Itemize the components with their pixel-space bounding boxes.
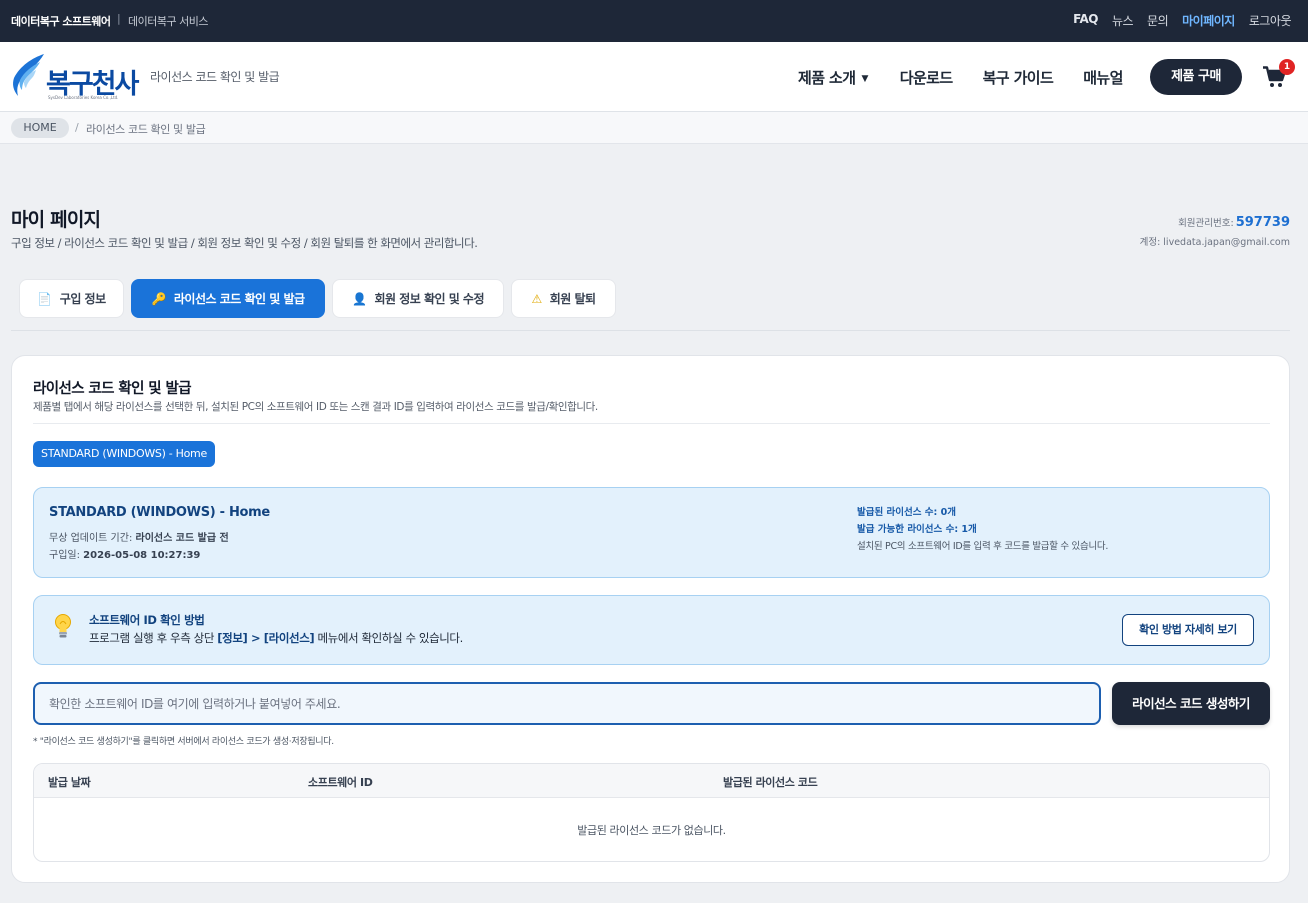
help-title: 소프트웨어 ID 확인 방법 <box>89 613 205 627</box>
mypage-tabs: 📄 구입 정보 🔑 라이선스 코드 확인 및 발급 👤 회원 정보 확인 및 수… <box>19 279 616 318</box>
update-period-label: 무상 업데이트 기간: <box>49 533 133 544</box>
help-text: 프로그램 실행 후 우측 상단 [정보] > [라이선스] 메뉴에서 확인하실 … <box>89 630 463 646</box>
tab-label: 회원 정보 확인 및 수정 <box>374 292 485 306</box>
section-divider <box>33 423 1270 424</box>
lightbulb-icon <box>55 614 71 638</box>
purchase-date: 구입일: 2026-05-08 10:27:39 <box>49 546 200 561</box>
issued-license-count: 발급된 라이선스 수: 0개 <box>857 507 956 518</box>
user-icon: 👤 <box>351 291 367 306</box>
caret-down-icon: ▼ <box>861 74 868 84</box>
software-id-help-box: 소프트웨어 ID 확인 방법 프로그램 실행 후 우측 상단 [정보] > [라… <box>33 595 1270 665</box>
site-logo[interactable]: 복구천사 SysDev Laboratories Korea Co.,Ltd. <box>10 52 139 104</box>
help-text-menu-path: [정보] > [라이선스] <box>217 631 315 645</box>
update-period: 무상 업데이트 기간: 라이선스 코드 발급 전 <box>49 529 229 544</box>
license-section-title: 라이선스 코드 확인 및 발급 <box>33 381 192 397</box>
license-info-box: STANDARD (WINDOWS) - Home 무상 업데이트 기간: 라이… <box>33 487 1270 578</box>
top-link-mypage[interactable]: 마이페이지 <box>1182 12 1235 29</box>
license-product-name: STANDARD (WINDOWS) - Home <box>49 505 270 520</box>
help-text-suffix: 메뉴에서 확인하실 수 있습니다. <box>317 631 464 645</box>
available-license-count: 발급 가능한 라이선스 수: 1개 <box>857 524 977 535</box>
generate-note: * "라이선스 코드 생성하기"를 클릭하면 서버에서 라이선스 코드가 생성·… <box>33 737 334 747</box>
column-header-license-code: 발급된 라이선스 코드 <box>723 776 818 789</box>
top-link-contact[interactable]: 문의 <box>1147 12 1169 29</box>
wing-logo-icon <box>13 54 44 96</box>
column-header-software-id: 소프트웨어 ID <box>308 776 373 789</box>
tab-withdraw[interactable]: ⚠ 회원 탈퇴 <box>511 279 616 318</box>
top-link-faq[interactable]: FAQ <box>1073 12 1098 29</box>
license-history-table: 발급 날짜 소프트웨어 ID 발급된 라이선스 코드 발급된 라이선스 코드가 … <box>33 763 1270 862</box>
purchase-date-value: 2026-05-08 10:27:39 <box>83 550 201 561</box>
member-number-value: 597739 <box>1235 215 1290 230</box>
main-nav: 제품 소개 ▼ 다운로드 복구 가이드 매뉴얼 <box>798 67 1123 88</box>
header-page-label: 라이선스 코드 확인 및 발급 <box>150 70 280 84</box>
breadcrumb-home[interactable]: HOME <box>11 118 69 138</box>
key-icon: 🔑 <box>151 291 166 306</box>
top-link-news[interactable]: 뉴스 <box>1112 12 1134 29</box>
document-icon: 📄 <box>37 291 52 306</box>
tab-member-info[interactable]: 👤 회원 정보 확인 및 수정 <box>332 279 504 318</box>
tab-label: 회원 탈퇴 <box>549 292 596 306</box>
member-number-label: 회원관리번호: <box>1178 218 1234 229</box>
nav-products-label: 제품 소개 <box>798 69 856 87</box>
help-text-prefix: 프로그램 실행 후 우측 상단 <box>89 631 215 645</box>
breadcrumb-current: 라이선스 코드 확인 및 발급 <box>86 123 206 136</box>
member-number: 회원관리번호: 597739 <box>1178 215 1290 230</box>
top-brand-link[interactable]: 데이터복구 소프트웨어 <box>11 13 111 29</box>
tab-license-code[interactable]: 🔑 라이선스 코드 확인 및 발급 <box>131 279 325 318</box>
breadcrumb-separator: / <box>75 121 79 134</box>
view-help-details-button[interactable]: 확인 방법 자세히 보기 <box>1122 614 1254 646</box>
product-tab-standard-windows-home[interactable]: STANDARD (WINDOWS) - Home <box>33 441 215 467</box>
table-header: 발급 날짜 소프트웨어 ID 발급된 라이선스 코드 <box>34 764 1269 798</box>
top-utility-bar: 데이터복구 소프트웨어 | 데이터복구 서비스 FAQ 뉴스 문의 마이페이지 … <box>0 0 1308 42</box>
table-empty-message: 발급된 라이선스 코드가 없습니다. <box>577 824 726 837</box>
top-service-link[interactable]: 데이터복구 서비스 <box>128 13 208 29</box>
license-info-note: 설치된 PC의 소프트웨어 ID를 입력 후 코드를 발급할 수 있습니다. <box>857 541 1109 552</box>
column-header-issue-date: 발급 날짜 <box>48 776 91 789</box>
license-card: 라이선스 코드 확인 및 발급 제품별 탭에서 해당 라이선스를 선택한 뒤, … <box>11 355 1290 883</box>
buy-product-button[interactable]: 제품 구매 <box>1150 59 1242 95</box>
tab-label: 구입 정보 <box>59 292 106 306</box>
software-id-input[interactable] <box>33 682 1101 725</box>
nav-download[interactable]: 다운로드 <box>900 67 953 88</box>
logo-subtitle: SysDev Laboratories Korea Co.,Ltd. <box>48 95 119 100</box>
top-divider: | <box>117 12 121 25</box>
nav-guide[interactable]: 복구 가이드 <box>983 67 1054 88</box>
account-email: 계정: livedata.japan@gmail.com <box>1139 237 1290 248</box>
tabs-divider <box>11 330 1290 331</box>
update-period-value: 라이선스 코드 발급 전 <box>135 533 229 544</box>
warning-icon: ⚠ <box>531 291 542 306</box>
tab-label: 라이선스 코드 확인 및 발급 <box>173 292 305 306</box>
nav-products[interactable]: 제품 소개 ▼ <box>798 67 868 88</box>
purchase-date-label: 구입일: <box>49 550 80 561</box>
page-description: 구입 정보 / 라이선스 코드 확인 및 발급 / 회원 정보 확인 및 수정 … <box>11 236 478 250</box>
breadcrumb: HOME / 라이선스 코드 확인 및 발급 <box>0 112 1308 144</box>
page-title: 마이 페이지 <box>11 209 101 231</box>
cart-count-badge: 1 <box>1279 59 1295 75</box>
top-link-logout[interactable]: 로그아웃 <box>1249 12 1292 29</box>
tab-purchase-info[interactable]: 📄 구입 정보 <box>19 279 124 318</box>
nav-manual[interactable]: 매뉴얼 <box>1083 67 1123 88</box>
generate-license-button[interactable]: 라이선스 코드 생성하기 <box>1112 682 1270 725</box>
main-header: 복구천사 SysDev Laboratories Korea Co.,Ltd. … <box>0 42 1308 112</box>
license-section-description: 제품별 탭에서 해당 라이선스를 선택한 뒤, 설치된 PC의 소프트웨어 ID… <box>33 401 598 413</box>
top-links: FAQ 뉴스 문의 마이페이지 로그아웃 <box>1073 12 1291 29</box>
